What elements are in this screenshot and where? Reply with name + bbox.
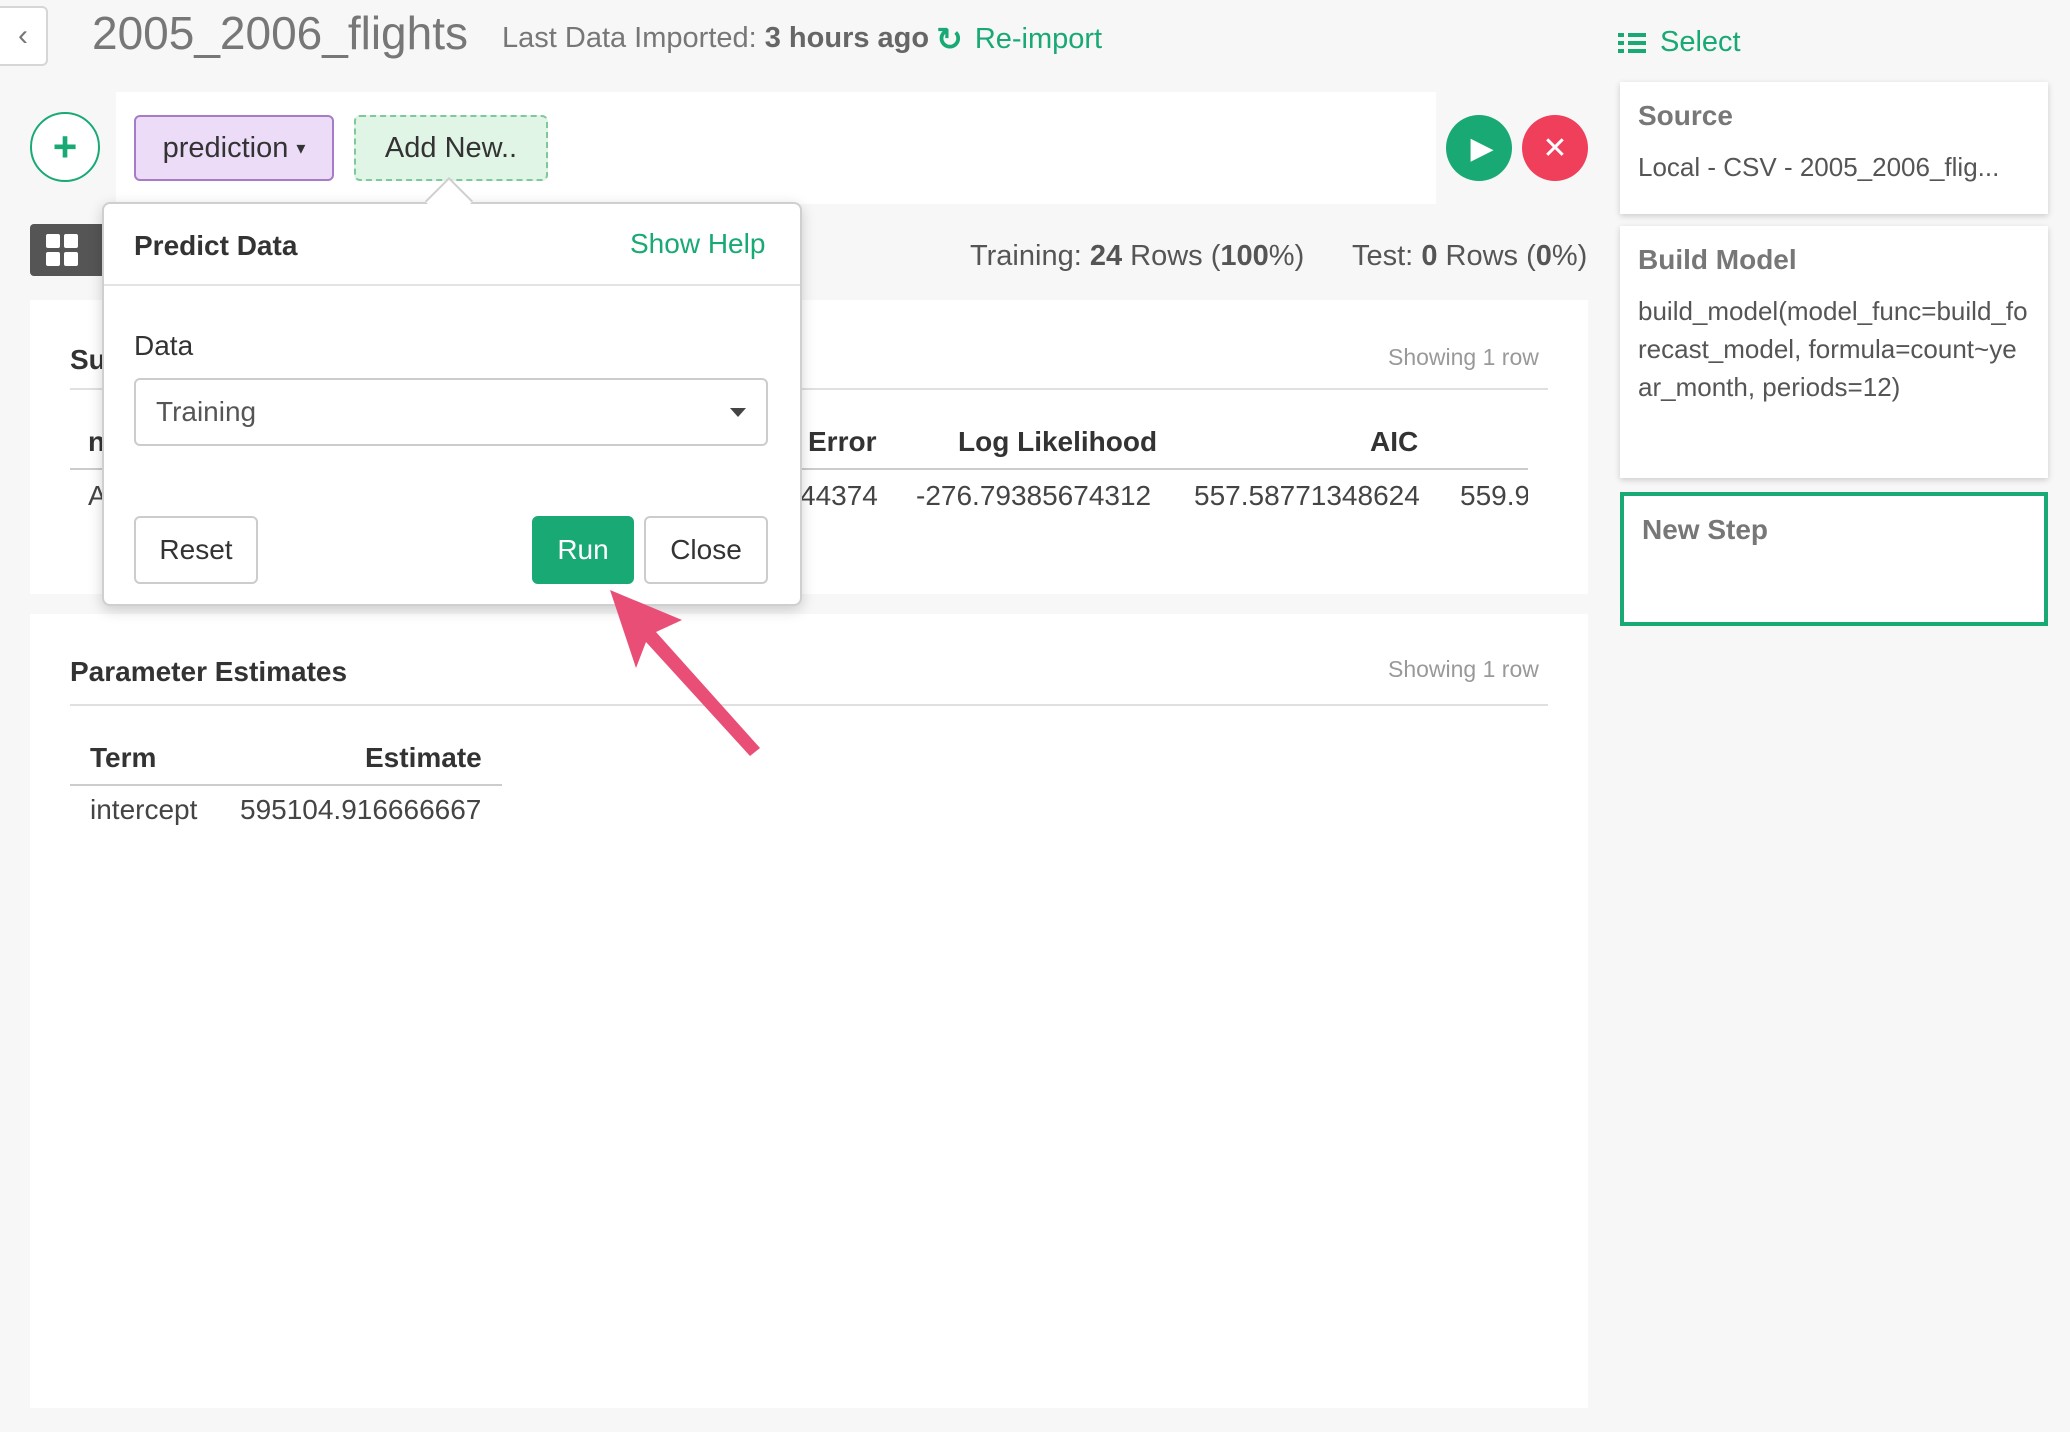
step-title: Source	[1638, 100, 1733, 131]
view-toggle-button[interactable]	[30, 224, 110, 276]
table-header-rule	[70, 784, 502, 786]
reimport-button[interactable]: ↻ Re-import	[936, 20, 1102, 58]
step-title: New Step	[1642, 514, 1769, 545]
data-select[interactable]: Training	[134, 378, 768, 446]
run-step-button[interactable]: ▶	[1446, 115, 1512, 181]
divider	[104, 284, 800, 286]
param-col-term: Term	[90, 742, 157, 773]
parameter-estimates-card: Parameter Estimates Showing 1 row Term E…	[30, 614, 1588, 1408]
cancel-step-button[interactable]: ✕	[1522, 115, 1588, 181]
page-title: 2005_2006_flights	[92, 7, 468, 59]
popover-title: Predict Data	[134, 230, 298, 261]
summary-cell-aic: 557.58771348624	[1194, 480, 1420, 511]
param-col-estimate: Estimate	[365, 742, 482, 773]
step-body: Local - CSV - 2005_2006_flig...	[1638, 152, 2000, 182]
select-button[interactable]: Select	[1618, 26, 1741, 59]
annotation-arrow-icon	[610, 590, 760, 756]
summary-showing: Showing 1 row	[1388, 344, 1539, 370]
test-label: Test:	[1352, 240, 1414, 272]
step-body: build_model(model_func=build_forecast_mo…	[1638, 296, 2028, 402]
step-card-source[interactable]: Source Local - CSV - 2005_2006_flig...	[1620, 82, 2048, 214]
summary-col-error: Error	[808, 426, 877, 457]
summary-cell-loglik: -276.79385674312	[916, 480, 1152, 511]
param-cell-estimate: 595104.916666667	[240, 794, 482, 825]
summary-col-loglik: Log Likelihood	[958, 426, 1158, 457]
prediction-label: prediction	[162, 131, 289, 164]
import-time: 3 hours ago	[764, 22, 930, 54]
run-button[interactable]: Run	[532, 516, 634, 584]
select-label: Select	[1660, 26, 1741, 58]
param-cell-term: intercept	[90, 794, 198, 825]
step-card-new-step[interactable]: New Step	[1620, 492, 2048, 626]
test-pct: 0	[1535, 240, 1552, 272]
data-select-value: Training	[156, 396, 257, 427]
import-label: Last Data Imported:	[502, 22, 757, 54]
step-card-build-model[interactable]: Build Model build_model(model_func=build…	[1620, 226, 2048, 478]
reimport-label: Re-import	[974, 22, 1103, 55]
training-label: Training:	[970, 240, 1082, 272]
import-info: Last Data Imported: 3 hours ago	[502, 22, 929, 55]
grid-icon	[46, 234, 78, 266]
plus-icon: +	[52, 123, 78, 170]
param-showing: Showing 1 row	[1388, 656, 1539, 682]
show-help-link[interactable]: Show Help	[630, 228, 765, 260]
list-icon	[1618, 32, 1646, 53]
refresh-icon: ↻	[936, 21, 963, 57]
close-button[interactable]: Close	[644, 516, 768, 584]
step-title: Build Model	[1638, 244, 1797, 275]
summary-col-aic: AIC	[1370, 426, 1419, 457]
arrow-shape	[610, 590, 760, 756]
summary-cell-error: 44374	[800, 480, 878, 511]
training-info: Training: 24 Rows (100%)	[970, 240, 1305, 272]
param-title: Parameter Estimates	[70, 656, 348, 687]
caret-down-icon: ▾	[296, 137, 306, 158]
training-pct: 100	[1220, 240, 1269, 272]
reset-button[interactable]: Reset	[134, 516, 258, 584]
close-icon: ✕	[1542, 131, 1568, 165]
divider	[70, 704, 1548, 706]
add-step-button[interactable]: +	[30, 112, 100, 182]
caret-down-icon	[730, 407, 746, 417]
training-rows: 24	[1089, 240, 1123, 272]
summary-cell-bic: 559.9	[1460, 480, 1528, 511]
data-field-label: Data	[134, 330, 194, 361]
test-rows: 0	[1421, 240, 1438, 272]
add-new-button[interactable]: Add New..	[354, 115, 548, 181]
rows-word: Rows	[1130, 240, 1203, 272]
rows-word: Rows	[1445, 240, 1519, 272]
test-info: Test: 0 Rows (0%)	[1352, 240, 1588, 272]
prediction-command-button[interactable]: prediction ▾	[134, 115, 334, 181]
add-new-label: Add New..	[384, 131, 518, 164]
back-button[interactable]: ‹	[0, 6, 48, 66]
chevron-left-icon: ‹	[18, 19, 28, 52]
play-icon: ▶	[1470, 131, 1494, 165]
summary-title: Su	[70, 344, 106, 375]
